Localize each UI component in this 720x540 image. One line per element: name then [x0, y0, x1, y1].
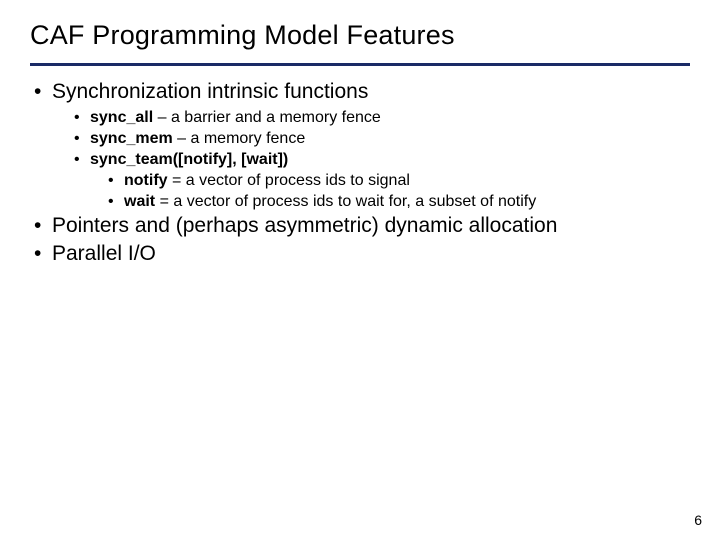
bullet-icon: • [74, 150, 90, 170]
bullet-pointers: • Pointers and (perhaps asymmetric) dyna… [34, 214, 690, 238]
bullet-notify: • notify = a vector of process ids to si… [108, 171, 690, 191]
bullet-icon: • [34, 80, 52, 104]
bullet-sync-mem: • sync_mem – a memory fence [74, 129, 690, 149]
slide-title: CAF Programming Model Features [30, 20, 690, 51]
bullet-text: sync_mem – a memory fence [90, 129, 305, 149]
desc-text: = a vector of process ids to signal [168, 172, 410, 189]
bullet-sync-team: • sync_team([notify], [wait]) [74, 150, 690, 170]
bullet-text: notify = a vector of process ids to sign… [124, 171, 410, 191]
desc-text: = a vector of process ids to wait for, a… [155, 193, 536, 210]
bold-term: wait [124, 193, 155, 210]
bullet-text: Synchronization intrinsic functions [52, 80, 368, 104]
bullet-icon: • [108, 171, 124, 191]
bullet-sync-functions: • Synchronization intrinsic functions [34, 80, 690, 104]
desc-text: – a barrier and a memory fence [153, 109, 381, 126]
bullet-text: sync_team([notify], [wait]) [90, 150, 288, 170]
bullet-list-level1: • Synchronization intrinsic functions [30, 80, 690, 104]
bullet-icon: • [34, 242, 52, 266]
bold-term: sync_mem [90, 130, 173, 147]
bullet-icon: • [34, 214, 52, 238]
bullet-icon: • [74, 108, 90, 128]
title-underline [30, 63, 690, 66]
bullet-list-level1-cont: • Pointers and (perhaps asymmetric) dyna… [30, 214, 690, 266]
bullet-text: Parallel I/O [52, 242, 156, 266]
bullet-text: sync_all – a barrier and a memory fence [90, 108, 381, 128]
bullet-icon: • [74, 129, 90, 149]
bullet-list-level3: • notify = a vector of process ids to si… [30, 171, 690, 212]
bullet-parallel-io: • Parallel I/O [34, 242, 690, 266]
bold-term: sync_team([notify], [wait]) [90, 151, 288, 168]
bullet-list-level2: • sync_all – a barrier and a memory fenc… [30, 108, 690, 170]
bullet-text: Pointers and (perhaps asymmetric) dynami… [52, 214, 557, 238]
desc-text: – a memory fence [173, 130, 306, 147]
bullet-text: wait = a vector of process ids to wait f… [124, 192, 536, 212]
bullet-icon: • [108, 192, 124, 212]
bullet-sync-all: • sync_all – a barrier and a memory fenc… [74, 108, 690, 128]
bullet-wait: • wait = a vector of process ids to wait… [108, 192, 690, 212]
bold-term: notify [124, 172, 168, 189]
page-number: 6 [694, 512, 702, 528]
bold-term: sync_all [90, 109, 153, 126]
slide: CAF Programming Model Features • Synchro… [0, 0, 720, 540]
